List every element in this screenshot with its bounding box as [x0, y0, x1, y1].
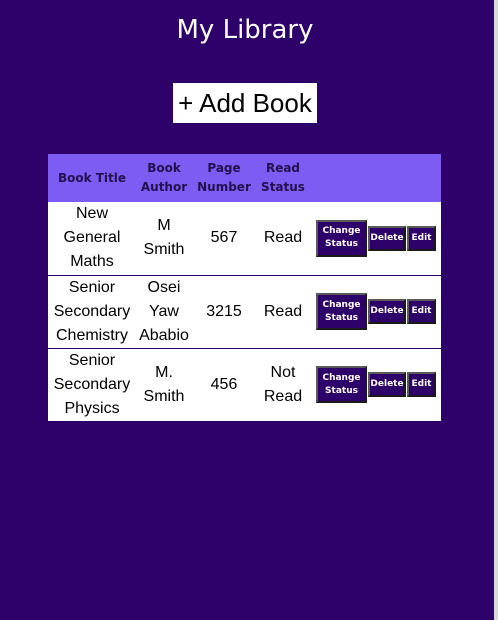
actions-cell: Change StatusDelete Edit: [310, 275, 441, 348]
change-status-button[interactable]: Change Status: [316, 219, 367, 257]
table-row: Senior Secondary Chemistry Osei Yaw Abab…: [48, 275, 441, 348]
book-title-cell: Senior Secondary Chemistry: [53, 278, 131, 344]
table-row: New General Maths M Smith 567 Read Chang…: [48, 202, 441, 275]
actions-cell: Change StatusDelete Edit: [310, 202, 441, 275]
add-book-button[interactable]: + Add Book: [173, 83, 317, 123]
edit-button[interactable]: Edit: [407, 299, 436, 324]
table-header: Book Title Book Author Page Number Read …: [48, 154, 441, 202]
header-book-title: Book Title: [57, 170, 127, 185]
header-book-author: Book Author: [140, 161, 188, 194]
delete-button[interactable]: Delete: [368, 225, 406, 251]
change-status-button[interactable]: Change Status: [316, 366, 367, 404]
read-status-cell: Read: [263, 302, 303, 320]
actions-cell: Change StatusDelete Edit: [310, 348, 441, 421]
header-read-status: Read Status: [261, 161, 305, 194]
book-author-cell: Osei Yaw Ababio: [139, 278, 189, 344]
book-title-cell: Senior Secondary Physics: [53, 351, 131, 417]
table-body: New General Maths M Smith 567 Read Chang…: [48, 202, 441, 421]
book-author-cell: M Smith: [143, 217, 185, 259]
header-actions: [310, 154, 441, 202]
book-title-cell: New General Maths: [63, 205, 121, 271]
book-author-cell: M. Smith: [143, 363, 185, 405]
table-row: Senior Secondary Physics M. Smith 456 No…: [48, 348, 441, 421]
read-status-cell: Not Read: [263, 363, 303, 405]
table-header-row: Book Title Book Author Page Number Read …: [48, 154, 441, 202]
page-number-cell: 456: [210, 375, 238, 393]
window-edge: [494, 0, 498, 620]
delete-button[interactable]: Delete: [368, 299, 406, 324]
delete-button[interactable]: Delete: [368, 372, 406, 398]
edit-button[interactable]: Edit: [407, 372, 436, 398]
books-table: Book Title Book Author Page Number Read …: [48, 154, 441, 421]
change-status-button[interactable]: Change Status: [316, 293, 367, 330]
header-page-number: Page Number: [197, 161, 251, 194]
page-number-cell: 567: [210, 229, 238, 247]
read-status-cell: Read: [263, 229, 303, 247]
page-title: My Library: [176, 15, 314, 45]
page-number-cell: 3215: [206, 302, 242, 320]
edit-button[interactable]: Edit: [407, 225, 436, 251]
